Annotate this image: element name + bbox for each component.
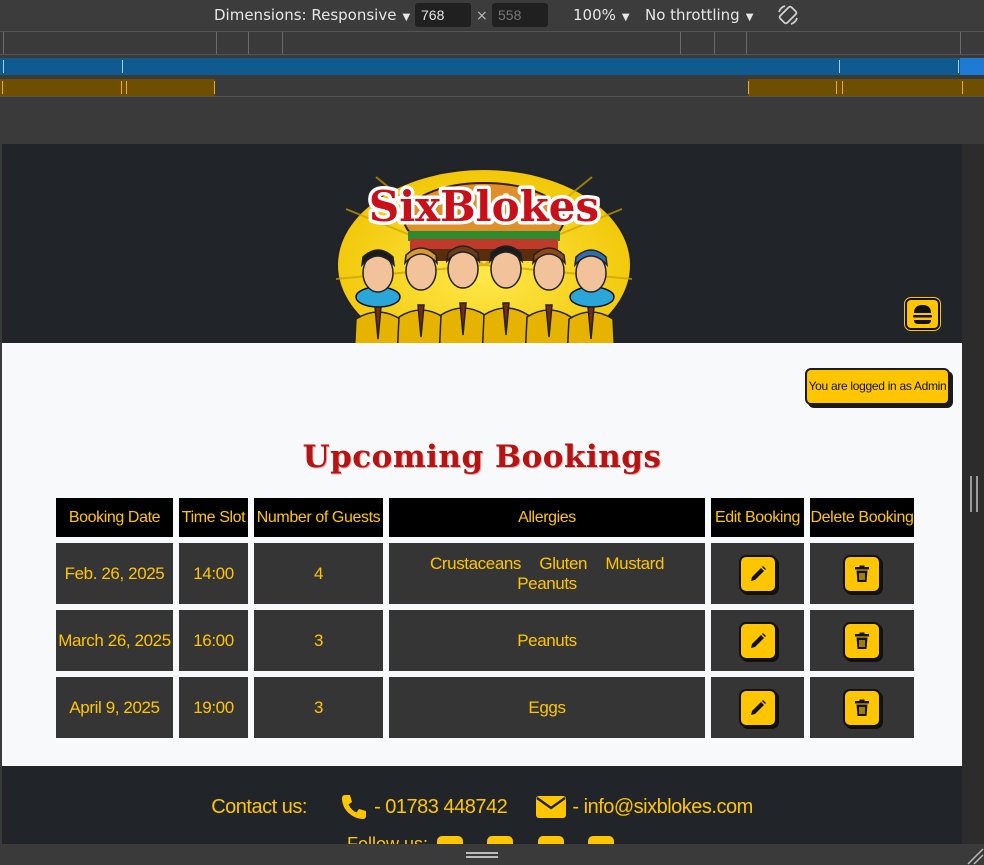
delete-cell xyxy=(810,677,914,738)
allergy-tag: Gluten xyxy=(539,553,588,573)
dimensions-dropdown[interactable]: Dimensions: Responsive ▼ xyxy=(214,0,410,31)
time-slot: 14:00 xyxy=(179,543,248,604)
allergy-tag: Crustaceans xyxy=(430,553,522,573)
chevron-down-icon: ▼ xyxy=(745,12,754,23)
booking-date: Feb. 26, 2025 xyxy=(56,543,173,604)
media-query-bar-min[interactable] xyxy=(0,79,984,96)
device-ruler xyxy=(0,31,984,55)
phone-icon xyxy=(342,795,367,819)
youtube-icon[interactable] xyxy=(588,836,614,844)
instagram-icon[interactable] xyxy=(538,836,564,844)
phone-number[interactable]: - 01783 448742 xyxy=(374,796,508,819)
delete-cell xyxy=(810,610,914,671)
rotate-icon[interactable] xyxy=(776,3,800,27)
pencil-icon xyxy=(750,632,766,648)
resize-handle-icon[interactable] xyxy=(970,476,978,512)
chevron-down-icon: ▼ xyxy=(402,12,411,23)
allergy-tag: Peanuts xyxy=(517,573,577,593)
svg-text:SixBlokes: SixBlokes xyxy=(369,182,599,231)
email-address[interactable]: - info@sixblokes.com xyxy=(572,796,753,819)
delete-booking-button[interactable] xyxy=(843,688,881,727)
edit-cell xyxy=(711,677,804,738)
nav-toggle-button[interactable] xyxy=(905,298,940,330)
dimensions-label: Dimensions: Responsive xyxy=(214,6,397,24)
delete-booking-button[interactable] xyxy=(843,621,881,660)
edit-booking-button[interactable] xyxy=(738,621,777,660)
column-header: Edit Booking xyxy=(711,498,804,537)
allergy-tag: Eggs xyxy=(528,697,566,717)
column-header: Allergies xyxy=(389,498,705,537)
booking-date: March 26, 2025 xyxy=(56,610,173,671)
guest-count: 3 xyxy=(254,610,383,671)
x-twitter-icon[interactable] xyxy=(487,836,513,844)
allergies-cell: Crustaceans Gluten Mustard Peanuts xyxy=(389,543,705,604)
time-slot: 16:00 xyxy=(179,610,248,671)
times-sign: × xyxy=(476,8,488,24)
zoom-dropdown[interactable]: 100% ▼ xyxy=(573,0,630,31)
site-header: SixBlokes SixBlokes xyxy=(2,144,962,343)
allergy-tag: Mustard xyxy=(605,553,664,573)
facebook-icon[interactable] xyxy=(437,836,463,844)
delete-booking-button[interactable] xyxy=(843,554,881,593)
edit-booking-button[interactable] xyxy=(738,554,777,593)
table-row: April 9, 2025 19:00 3 Eggs xyxy=(56,677,914,738)
table-row: Feb. 26, 2025 14:00 4 Crustaceans Gluten… xyxy=(56,543,914,604)
chevron-down-icon: ▼ xyxy=(621,12,630,23)
corner-resize-icon[interactable] xyxy=(964,845,984,865)
edit-booking-button[interactable] xyxy=(738,688,777,727)
column-header: Delete Booking xyxy=(810,498,914,537)
throttling-dropdown[interactable]: No throttling ▼ xyxy=(645,0,753,31)
pencil-icon xyxy=(750,565,766,581)
allergies-cell: Peanuts xyxy=(389,610,705,671)
sixblokes-logo[interactable]: SixBlokes SixBlokes xyxy=(336,169,632,343)
allergy-tag: Peanuts xyxy=(517,630,577,650)
width-input[interactable]: 768 xyxy=(415,3,471,27)
edit-cell xyxy=(711,543,804,604)
devtools-device-toolbar: Dimensions: Responsive ▼ 768 × 558 100% ▼ … xyxy=(0,0,984,31)
column-header: Booking Date xyxy=(56,498,173,537)
drag-handle-icon[interactable] xyxy=(466,852,498,858)
emulated-viewport: SixBlokes SixBlokes You are logged in as… xyxy=(2,144,962,844)
site-footer: Contact us: - 01783 448742 - info@sixblo… xyxy=(2,766,962,844)
booking-date: April 9, 2025 xyxy=(56,677,173,738)
guest-count: 3 xyxy=(254,677,383,738)
allergies-cell: Eggs xyxy=(389,677,705,738)
zoom-label: 100% xyxy=(573,6,616,24)
page-title: Upcoming Bookings xyxy=(302,439,662,475)
login-status-badge: You are logged in as Admin xyxy=(805,368,950,405)
bookings-table: Booking Date Time Slot Number of Guests … xyxy=(50,492,920,744)
contact-row: Contact us: - 01783 448742 - info@sixblo… xyxy=(2,792,962,822)
column-header: Time Slot xyxy=(179,498,248,537)
trash-icon xyxy=(855,565,869,582)
envelope-icon xyxy=(536,796,567,818)
pencil-icon xyxy=(750,699,766,715)
contact-label: Contact us: xyxy=(211,795,307,818)
throttling-label: No throttling xyxy=(645,6,740,24)
trash-icon xyxy=(855,699,869,716)
table-header-row: Booking Date Time Slot Number of Guests … xyxy=(56,498,914,537)
time-slot: 19:00 xyxy=(179,677,248,738)
delete-cell xyxy=(810,543,914,604)
column-header: Number of Guests xyxy=(254,498,383,537)
guest-count: 4 xyxy=(254,543,383,604)
main-content: You are logged in as Admin Upcoming Book… xyxy=(2,343,962,766)
edit-cell xyxy=(711,610,804,671)
height-input[interactable]: 558 xyxy=(492,3,548,27)
media-query-bar-max[interactable] xyxy=(0,58,984,75)
burger-icon xyxy=(913,305,932,324)
trash-icon xyxy=(855,632,869,649)
table-row: March 26, 2025 16:00 3 Peanuts xyxy=(56,610,914,671)
follow-label: Follow us: xyxy=(347,834,429,844)
